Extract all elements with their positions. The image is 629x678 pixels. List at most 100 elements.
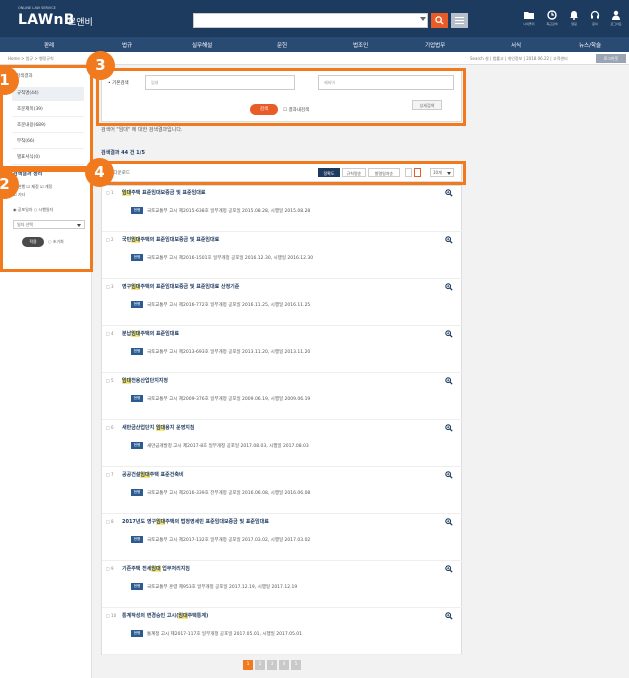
zoom-icon[interactable] (445, 236, 453, 244)
status-badge: 현행 (131, 583, 143, 590)
search-icon (435, 16, 444, 25)
breadcrumb[interactable]: Home > 법규 > 행정규칙 (8, 56, 54, 62)
result-meta: 국토교통부 고시 제2009-376호 일부개정 공포일 2009.06.19,… (147, 397, 311, 402)
result-message: 검색어 "임대" 에 대한 검색결과입니다. (101, 127, 183, 133)
result-checkbox[interactable]: □ 6 (106, 425, 114, 430)
keyword-highlight: 임대 (151, 566, 161, 572)
annotation-box-3 (96, 68, 466, 126)
zoom-icon[interactable] (445, 518, 453, 526)
result-title[interactable]: 통계작성의 변경승인 고시(임대주택통계) (122, 612, 208, 619)
keyword-highlight: 임대 (156, 519, 166, 525)
zoom-icon[interactable] (445, 377, 453, 385)
result-title[interactable]: 임대주택 표준임대보증금 및 표준임대료 (122, 189, 205, 196)
result-checkbox[interactable]: □ 3 (106, 284, 114, 289)
logo-subtitle: 로앤비 (68, 18, 93, 28)
headset-icon (590, 10, 600, 19)
result-item[interactable]: □ 7 공공건설임대주택 표준건축비현행 국토교통부 고시 제2016-339호 전… (102, 468, 463, 514)
result-title[interactable]: 임대전용산업단지지정 (122, 377, 168, 384)
logout-button[interactable]: 로그아웃 (596, 54, 626, 63)
result-meta: 국토교통부 고시 제2013-693호 일부개정 공포일 2013.11.20,… (147, 350, 311, 355)
result-item[interactable]: □ 8 2017년도 영구임대주택의 법정영세민 표준임대보증금 및 표준임대료 현… (102, 515, 463, 561)
result-title[interactable]: 국민임대주택의 표준임대보증금 및 표준임대료 (122, 236, 219, 243)
result-title[interactable]: 새만금산업단지 임대용지 운영지침 (122, 424, 195, 431)
result-item[interactable]: □ 10 통계작성의 변경승인 고시(임대주택통계) 현행 통계청 고시 제2017-… (102, 609, 463, 655)
user-info: Search 설 | 법률고 | 개인정보 | 2018.06.22 | 고객센… (470, 56, 568, 61)
result-checkbox[interactable]: □ 1 (106, 190, 114, 195)
result-checkbox[interactable]: □ 4 (106, 331, 114, 336)
result-checkbox[interactable]: □ 5 (106, 378, 114, 383)
top-header: ONLINE LAW SERVICE LAWnB 로앤비 나의폴더 최근검색 알… (0, 0, 629, 37)
result-meta: 국토교통부 고시 제2015-638호 일부개정 공포일 2015.08.28,… (147, 209, 311, 214)
zoom-icon[interactable] (445, 189, 453, 197)
status-badge: 현행 (131, 395, 143, 402)
result-checkbox[interactable]: □ 9 (106, 566, 114, 571)
result-title[interactable]: 2017년도 영구임대주택의 법정영세민 표준임대보증금 및 표준임대료 (122, 518, 269, 525)
result-checkbox[interactable]: □ 7 (106, 472, 114, 477)
result-meta: 국토교통부 고시 제2016-339호 전부개정 공포일 2016.06.08,… (147, 491, 311, 496)
main-nav: 판례 법규 실무해설 문헌 법조인 기업법무 서식 뉴스/학술 (0, 37, 629, 52)
result-count: 검색결과 44 건 1/5 (101, 150, 145, 156)
zoom-icon[interactable] (445, 471, 453, 479)
zoom-icon[interactable] (445, 283, 453, 291)
util-support[interactable]: 문의 (585, 10, 605, 32)
menu-icon (455, 17, 464, 18)
nav-item-cases[interactable]: 판례 (44, 41, 54, 49)
result-meta: 국토교통부 고시 제2016-772호 일부개정 공포일 2016.11.25,… (147, 303, 311, 308)
result-meta: 국토교통부 고시 제2016-1501호 일부개정 공포일 2016.12.30… (147, 256, 314, 261)
result-item[interactable]: □ 5 임대전용산업단지지정현행 국토교통부 고시 제2009-376호 일부개정 … (102, 374, 463, 420)
result-meta: 통계청 고시 제2017-117호 일부개정 공포일 2017.05.01, 시… (147, 632, 303, 637)
status-badge: 현행 (131, 207, 143, 214)
keyword-highlight: 임대 (178, 613, 188, 619)
nav-item-lawyers[interactable]: 법조인 (353, 41, 368, 49)
keyword-highlight: 임대 (140, 472, 150, 478)
zoom-icon[interactable] (445, 612, 453, 620)
result-item[interactable]: □ 9 기존주택 전세임대 업무처리지침 현행 국토교통부 훈령 제953호 일부개정… (102, 562, 463, 608)
result-title[interactable]: 기존주택 전세임대 업무처리지침 (122, 565, 190, 572)
result-item[interactable]: □ 4 분납임대주택의 표준임대료 현행 국토교통부 고시 제2013-693호 일부… (102, 327, 463, 373)
nav-item-practice[interactable]: 실무해설 (192, 41, 212, 49)
annotation-marker-3: 3 (86, 51, 115, 80)
page-button[interactable]: 2 (255, 660, 265, 670)
status-badge: 현행 (131, 489, 143, 496)
zoom-icon[interactable] (445, 565, 453, 573)
util-folder[interactable]: 나의폴더 (519, 10, 539, 32)
result-title[interactable]: 분납임대주택의 표준임대료 (122, 330, 179, 337)
nav-item-corporate[interactable]: 기업법무 (425, 41, 445, 49)
result-checkbox[interactable]: □ 8 (106, 519, 114, 524)
result-title[interactable]: 영구임대주택의 표준임대보증금 및 표준임대료 산정기준 (122, 283, 239, 290)
page-button[interactable]: 1 (243, 660, 253, 670)
util-alert[interactable]: 알림 (564, 10, 584, 32)
result-item[interactable]: □ 2 국민임대주택의 표준임대보증금 및 표준임대료현행 국토교통부 고시 제20… (102, 233, 463, 279)
search-button[interactable] (431, 13, 448, 28)
user-icon (612, 10, 620, 20)
nav-item-laws[interactable]: 법규 (122, 41, 132, 49)
result-item[interactable]: □ 6 새만금산업단지 임대용지 운영지침 현행 새만금개발청 고시 제2017-8호… (102, 421, 463, 467)
nav-item-news[interactable]: 뉴스/학술 (579, 41, 601, 49)
zoom-icon[interactable] (445, 330, 453, 338)
nav-item-forms[interactable]: 서식 (511, 41, 521, 49)
util-logout[interactable]: 로그아웃 (606, 10, 626, 32)
logo[interactable]: LAWnB (18, 12, 75, 28)
status-badge: 현행 (131, 254, 143, 261)
logo-tagline: ONLINE LAW SERVICE (18, 6, 56, 10)
result-title[interactable]: 공공건설임대주택 표준건축비 (122, 471, 184, 478)
detail-search-button[interactable] (451, 13, 468, 28)
result-meta: 새만금개발청 고시 제2017-8호 일부개정 공포일 2017.08.03, … (147, 444, 309, 449)
global-search-input[interactable] (193, 13, 428, 28)
result-list: □ 1 임대주택 표준임대보증금 및 표준임대료현행 국토교통부 고시 제2015-… (101, 185, 463, 655)
result-checkbox[interactable]: □ 10 (106, 613, 116, 618)
result-checkbox[interactable]: □ 2 (106, 237, 114, 242)
page-button[interactable]: 5 (291, 660, 301, 670)
annotation-box-4 (96, 161, 466, 185)
nav-item-literature[interactable]: 문헌 (277, 41, 287, 49)
page-button[interactable]: 4 (279, 660, 289, 670)
zoom-icon[interactable] (445, 424, 453, 432)
util-recent[interactable]: 최근검색 (542, 10, 562, 32)
search-dropdown-icon[interactable] (420, 17, 426, 21)
result-item[interactable]: □ 1 임대주택 표준임대보증금 및 표준임대료현행 국토교통부 고시 제2015-… (102, 186, 463, 232)
page-button[interactable]: 3 (267, 660, 277, 670)
result-item[interactable]: □ 3 영구임대주택의 표준임대보증금 및 표준임대료 산정기준 현행 국토교통부 고… (102, 280, 463, 326)
folder-icon (524, 12, 534, 19)
annotation-marker-4: 4 (85, 158, 114, 187)
keyword-highlight: 임대 (155, 425, 166, 431)
